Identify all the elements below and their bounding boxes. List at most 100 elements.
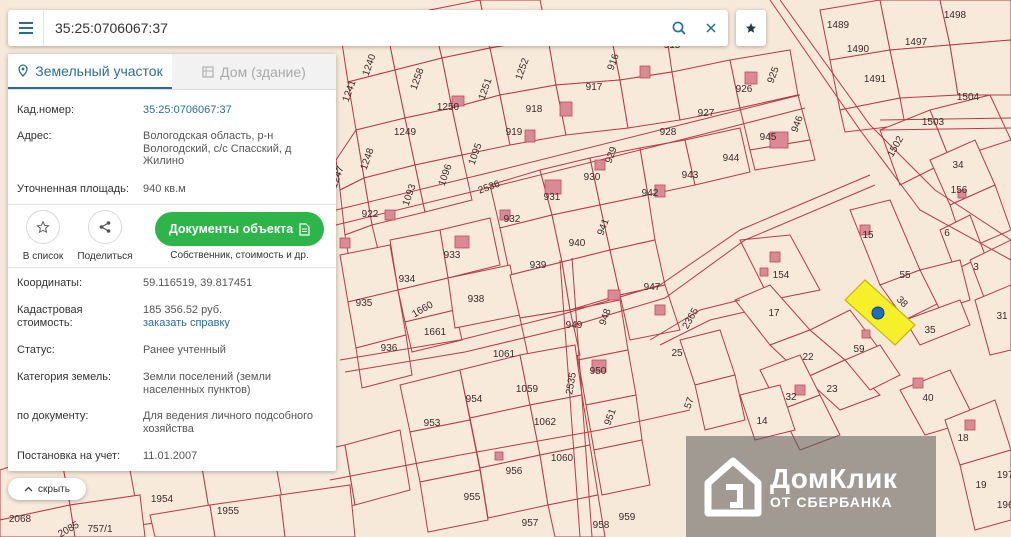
parcel-number-label: 935 xyxy=(356,298,373,309)
parcel-number-label: 934 xyxy=(399,274,416,285)
share-button[interactable]: Поделиться xyxy=(75,210,135,262)
domclick-logo-icon xyxy=(704,457,762,516)
field-label: Кад.номер: xyxy=(17,104,75,116)
add-to-list-label: В список xyxy=(22,251,64,262)
share-label: Поделиться xyxy=(77,251,133,262)
parcel-number-label: 928 xyxy=(660,127,677,138)
parcel-number-label: 1497 xyxy=(905,37,928,48)
menu-button[interactable] xyxy=(8,10,44,46)
clear-button[interactable] xyxy=(694,10,728,46)
parcel-number-label: 1955 xyxy=(217,506,240,517)
area-value: 940 кв.м xyxy=(143,183,186,195)
parcel-number-label: 1062 xyxy=(534,417,557,428)
parcel-number-label: 25 xyxy=(671,348,683,359)
parcel-number-label: 950 xyxy=(590,366,607,377)
parcel-number-label: 1059 xyxy=(516,384,539,395)
location-pin-icon[interactable] xyxy=(871,306,885,320)
map-marker-icon xyxy=(18,64,28,77)
search-button[interactable] xyxy=(664,10,694,46)
parcel-number-label: 922 xyxy=(362,209,379,220)
parcel-number-label: 942 xyxy=(642,188,659,199)
parcel-number-label: 1498 xyxy=(944,10,967,21)
registration-value: 11.01.2007 xyxy=(143,450,198,462)
tab-land-plot[interactable]: Земельный участок xyxy=(8,54,172,89)
share-icon xyxy=(99,221,111,233)
parcel-number-label: 932 xyxy=(504,214,521,225)
parcel-number-label: 757/1 xyxy=(87,524,112,535)
parcel-number-label: 154 xyxy=(773,270,790,281)
parcel-number-label: 19 xyxy=(975,480,987,491)
tab-label: Земельный участок xyxy=(35,62,163,79)
field-label: Уточненная площадь: xyxy=(17,183,129,195)
documents-subtitle: Собственник, стоимость и др. xyxy=(170,250,309,261)
parcel-number-label: 31 xyxy=(996,311,1008,322)
field-label: по документу: xyxy=(17,410,89,422)
parcel-number-label: 956 xyxy=(506,466,523,477)
parcel-number-label: 40 xyxy=(922,393,934,404)
parcel-number-label: 1504 xyxy=(957,92,980,103)
object-info-panel: Земельный участок Дом (здание) Кад.номер… xyxy=(8,54,336,471)
favorite-button[interactable] xyxy=(736,10,766,46)
tab-label: Дом (здание) xyxy=(220,63,306,80)
parcel-number-label: 947 xyxy=(644,282,661,293)
parcel-number-label: 957 xyxy=(522,518,539,529)
documents-button[interactable]: Документы объекта xyxy=(155,212,324,246)
parcel-number-label: 940 xyxy=(569,238,586,249)
parcel-number-label: 936 xyxy=(381,343,398,354)
parcel-number-label: 1970 xyxy=(997,470,1011,481)
parcel-number-label: 930 xyxy=(584,172,601,183)
parcel-number-label: 1489 xyxy=(827,20,850,31)
field-label: Постановка на учет: xyxy=(17,450,121,462)
divider xyxy=(8,204,336,205)
parcel-number-label: 954 xyxy=(466,394,483,405)
parcel-number-label: 55 xyxy=(899,270,911,281)
hide-label: скрыть xyxy=(38,483,70,495)
search-bar xyxy=(8,10,728,46)
parcel-number-label: 14 xyxy=(756,416,768,427)
parcel-number-label: 35 xyxy=(924,325,936,336)
parcel-number-label: 959 xyxy=(619,512,636,523)
parcel-number-label: 938 xyxy=(468,294,485,305)
parcel-number-label: 1060 xyxy=(551,453,574,464)
parcel-number-label: 34 xyxy=(952,160,964,171)
document-icon xyxy=(299,222,310,236)
parcel-number-label: 949 xyxy=(566,320,583,331)
field-label: Адрес: xyxy=(17,130,52,142)
parcel-number-label: 6 xyxy=(944,228,950,239)
cadastral-value-amount: 185 356.52 руб. xyxy=(143,304,223,316)
parcel-number-label: 1061 xyxy=(493,349,516,360)
chevron-up-icon xyxy=(24,486,33,492)
parcel-number-label: 919 xyxy=(506,127,523,138)
address-value: Вологодская область, р-н Вологодский, с/… xyxy=(143,130,292,167)
parcel-number-label: 1490 xyxy=(847,44,870,55)
tab-building[interactable]: Дом (здание) xyxy=(172,54,336,89)
parcel-number-label: 32 xyxy=(785,392,797,403)
cadastral-number-link[interactable]: 35:25:0706067:37 xyxy=(143,104,329,117)
documents-button-label: Документы объекта xyxy=(168,222,294,236)
coordinates-value: 59.116519, 39.817451 xyxy=(143,277,253,289)
divider xyxy=(8,267,336,268)
order-certificate-link[interactable]: заказать справку xyxy=(143,317,230,329)
parcel-number-label: 931 xyxy=(544,192,561,203)
field-label: Кадастровая стоимость: xyxy=(17,304,83,329)
watermark-subtitle: ОТ СБЕРБАНКА xyxy=(770,493,893,510)
parcel-number-label: 1503 xyxy=(922,117,945,128)
parcel-number-label: 943 xyxy=(682,170,699,181)
parcel-number-label: 22 xyxy=(802,352,814,363)
parcel-number-label: 3 xyxy=(973,262,979,273)
parcel-number-label: 17 xyxy=(768,308,780,319)
search-icon xyxy=(672,21,686,35)
cadastral-value: 185 356.52 руб. заказать справку xyxy=(143,304,329,329)
parcel-number-label: 1969 xyxy=(997,500,1011,511)
domclick-watermark: ДомКлик ОТ СБЕРБАНКА xyxy=(686,436,936,537)
parcel-number-label: 1661 xyxy=(424,327,447,338)
parcel-number-label: 1249 xyxy=(394,127,417,138)
add-to-list-button[interactable]: В список xyxy=(13,210,73,262)
parcel-number-label: 23 xyxy=(826,384,838,395)
parcel-number-label: 18 xyxy=(957,433,969,444)
search-input[interactable] xyxy=(44,11,664,45)
hide-panel-button[interactable]: скрыть xyxy=(8,478,86,500)
parcel-number-label: 918 xyxy=(526,104,543,115)
hamburger-icon xyxy=(18,22,33,34)
status-value: Ранее учтенный xyxy=(143,344,226,356)
